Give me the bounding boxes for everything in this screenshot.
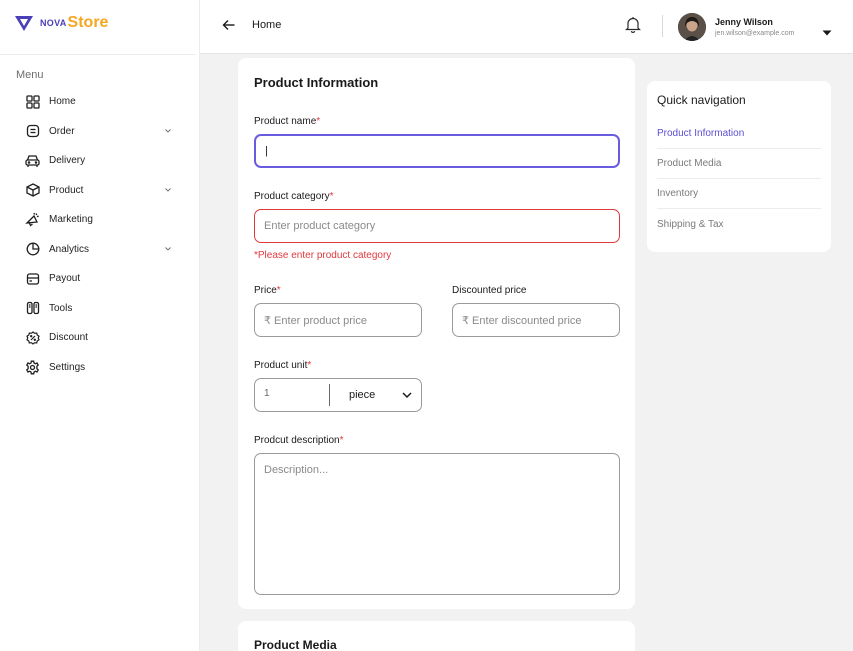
quick-nav-title: Quick navigation [657, 93, 746, 107]
sidebar-item-order[interactable]: Order [0, 117, 196, 147]
placeholder: ₹ Enter discounted price [462, 314, 582, 327]
sidebar-item-label: Home [49, 96, 76, 108]
error-message: *Please enter product category [254, 250, 392, 261]
unit-select[interactable]: piece [349, 389, 375, 401]
required-marker: * [276, 285, 281, 296]
description-label: Prodcut description* [254, 435, 344, 446]
sidebar-item-marketing[interactable]: Marketing [0, 205, 196, 235]
chevron-down-icon[interactable] [164, 245, 172, 253]
placeholder: Description... [264, 464, 329, 476]
product-information-card: Product Information Product name* | Prod… [238, 58, 635, 609]
field-label: Product category [254, 191, 330, 202]
quick-nav-item[interactable]: Inventory [657, 179, 821, 209]
avatar[interactable] [678, 13, 706, 41]
sidebar-item-delivery[interactable]: Delivery [0, 146, 196, 176]
grid-icon [24, 93, 41, 110]
sidebar-item-label: Delivery [49, 155, 86, 167]
required-marker: * [329, 191, 334, 202]
field-label: Product name [254, 116, 317, 127]
required-marker: * [316, 116, 321, 127]
discounted-price-input[interactable]: ₹ Enter discounted price [452, 303, 620, 337]
quick-nav-item[interactable]: Product Media [657, 149, 821, 179]
page-title: Home [252, 19, 282, 31]
product-category-label: Product category* [254, 191, 334, 202]
user-name: Jenny Wilson [715, 17, 773, 27]
product-name-label: Product name* [254, 116, 320, 127]
sidebar-item-label: Tools [49, 302, 73, 314]
logo-mark-icon [15, 15, 33, 31]
sidebar-item-product[interactable]: Product [0, 176, 196, 206]
sidebar-item-tools[interactable]: Tools [0, 294, 196, 324]
user-email: jen.wilson@example.com [715, 30, 795, 37]
field-label: Price [254, 285, 277, 296]
car-icon [24, 152, 41, 169]
chevron-down-icon[interactable] [164, 186, 172, 194]
divider [0, 54, 196, 55]
caret-down-icon[interactable] [822, 23, 832, 36]
tools-icon [24, 300, 41, 317]
sidebar: NOVA Store Menu Home Order Delivery Prod… [0, 0, 200, 651]
text-cursor: | [265, 145, 268, 157]
section-title: Product Media [254, 638, 337, 651]
placeholder: ₹ Enter product price [264, 314, 367, 327]
unit-quantity-input[interactable]: 1 [264, 388, 270, 399]
product-unit-field: 1 piece [254, 378, 422, 412]
divider [662, 15, 663, 37]
divider [329, 384, 330, 406]
sidebar-item-label: Settings [49, 361, 86, 373]
wallet-icon [24, 270, 41, 287]
sidebar-item-label: Discount [49, 332, 88, 344]
megaphone-icon [24, 211, 41, 228]
sidebar-item-label: Marketing [49, 214, 93, 226]
quick-nav-item[interactable]: Product Information [657, 119, 821, 149]
logo-suffix: Store [67, 14, 109, 31]
placeholder: Enter product category [264, 220, 376, 232]
sidebar-item-discount[interactable]: Discount [0, 323, 196, 353]
required-marker: * [307, 360, 312, 371]
product-name-input[interactable]: | [254, 134, 620, 168]
top-header: Home Jenny Wilson jen.wilson@example.com [200, 0, 853, 54]
sidebar-item-settings[interactable]: Settings [0, 353, 196, 383]
sidebar-item-label: Payout [49, 273, 81, 285]
field-label: Discounted price [452, 285, 527, 296]
sidebar-nav: Home Order Delivery Product Marketing An… [0, 87, 196, 382]
discount-icon [24, 329, 41, 346]
description-textarea[interactable]: Description... [254, 453, 620, 595]
box-icon [24, 182, 41, 199]
price-label: Price* [254, 285, 281, 296]
logo[interactable]: NOVA Store [14, 12, 108, 34]
quick-navigation-panel: Quick navigation Product Information Pro… [647, 81, 831, 252]
product-category-input[interactable]: Enter product category [254, 209, 620, 243]
pie-chart-icon [24, 241, 41, 258]
product-unit-label: Product unit* [254, 360, 311, 371]
chevron-down-icon[interactable] [402, 390, 412, 399]
required-marker: * [339, 435, 344, 446]
sidebar-item-label: Order [49, 125, 75, 137]
quick-nav-item[interactable]: Shipping & Tax [657, 209, 821, 239]
menu-title: Menu [16, 69, 44, 81]
sidebar-item-label: Product [49, 184, 84, 196]
discounted-price-label: Discounted price [452, 285, 526, 296]
sidebar-item-home[interactable]: Home [0, 87, 196, 117]
field-label: Product unit [254, 360, 308, 371]
sidebar-item-label: Analytics [49, 243, 90, 255]
section-title: Product Information [254, 75, 379, 90]
back-arrow-icon[interactable] [222, 18, 238, 34]
sidebar-item-payout[interactable]: Payout [0, 264, 196, 294]
logo-prefix: NOVA [40, 18, 67, 28]
field-label: Prodcut description [254, 435, 340, 446]
clipboard-icon [24, 123, 41, 140]
quick-nav-list: Product Information Product Media Invent… [657, 119, 821, 239]
sidebar-item-analytics[interactable]: Analytics [0, 235, 196, 265]
bell-icon[interactable] [625, 16, 643, 36]
chevron-down-icon[interactable] [164, 127, 172, 135]
gear-icon [24, 359, 41, 376]
price-input[interactable]: ₹ Enter product price [254, 303, 422, 337]
product-media-card: Product Media [238, 621, 635, 651]
